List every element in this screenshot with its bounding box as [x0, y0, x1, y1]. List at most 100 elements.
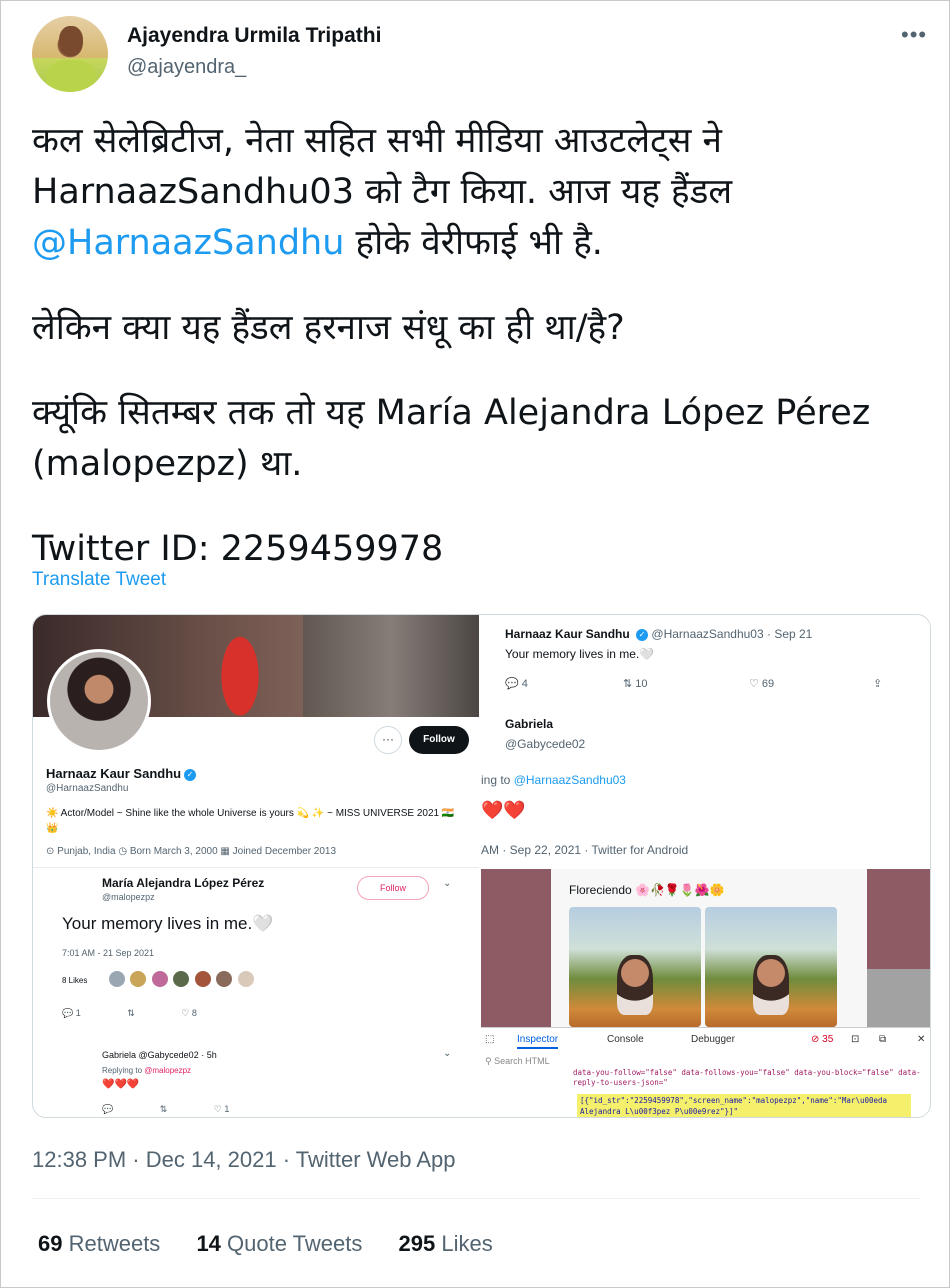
devtools-tab-debugger: Debugger: [691, 1034, 735, 1045]
gallery-person: [753, 955, 789, 1015]
tweet-paragraph-2: लेकिन क्या यह हैंडल हरनाज संधू का ही था/…: [32, 308, 625, 348]
profile-follow-button: Follow: [409, 726, 469, 754]
instagram-screenshot: Floreciendo 🌸🥀🌹🌷🌺🌼: [481, 869, 930, 1027]
tweet-text-line1-end: होके वेरीफाई भी है.: [344, 223, 603, 263]
divider: [32, 1198, 920, 1199]
like-count: ♡ 1: [213, 1104, 230, 1114]
embedded-likes-count: 8 Likes: [62, 976, 88, 985]
right-tweet-name: Harnaaz Kaur Sandhu: [505, 627, 630, 641]
verified-badge-icon: ✓: [636, 628, 649, 641]
liker-avatar: [237, 971, 254, 987]
reply-count: 💬 4: [505, 678, 528, 690]
attached-image[interactable]: ··· Follow Harnaaz Kaur Sandhu ✓ @Harnaaz…: [32, 614, 931, 1118]
reply-to-line: Replying to @malopezpz: [102, 1066, 191, 1075]
liker-avatar: [151, 971, 168, 987]
retweets-count: 69: [38, 1231, 63, 1256]
tweet-body: कल सेलेब्रिटीज, नेता सहित सभी मीडिया आउट…: [32, 116, 912, 609]
share-icon: ⇪: [873, 678, 883, 690]
devtools-pick-icon: ⬚: [485, 1034, 495, 1045]
embedded-tweet-handle: @malopezpz: [102, 892, 155, 902]
quote-tweets-stat[interactable]: 14 Quote Tweets: [196, 1231, 362, 1256]
embedded-follow-button: Follow: [357, 876, 429, 900]
more-horizontal-icon[interactable]: •••: [901, 22, 927, 48]
liker-avatar: [194, 971, 211, 987]
right-tweet-date: AM · Sep 22, 2021 · Twitter for Android: [481, 843, 689, 857]
retweet-icon: ⇅: [127, 1008, 135, 1018]
embedded-tweet-text: Your memory lives in me.🤍: [62, 914, 274, 933]
profile-screenshot: ··· Follow Harnaaz Kaur Sandhu ✓ @Harnaaz…: [33, 615, 479, 1117]
tweet-timestamp[interactable]: 12:38 PM · Dec 14, 2021 · Twitter Web Ap…: [32, 1147, 456, 1173]
like-count: ♡ 69: [749, 678, 775, 690]
right-tweet-text: Your memory lives in me.🤍: [505, 647, 655, 661]
embedded-tweet-time: 7:01 AM - 21 Sep 2021: [62, 948, 155, 958]
author-avatar[interactable]: [32, 16, 108, 92]
profile-handle: @HarnaazSandhu: [46, 783, 129, 794]
chevron-down-icon: ⌄: [443, 878, 452, 889]
likes-count: 295: [398, 1231, 436, 1256]
devtools-dock-icon: ⧉: [879, 1034, 887, 1045]
gallery-photo-1: [569, 907, 701, 1027]
liker-avatars: [109, 971, 259, 989]
profile-meta: ⊙ Punjab, India ◷ Born March 3, 2000 ▦ J…: [46, 846, 337, 857]
like-count: ♡ 8: [181, 1008, 197, 1018]
right-reply-handle: @Gabycede02: [505, 737, 586, 751]
tweet-paragraph-1: कल सेलेब्रिटीज, नेता सहित सभी मीडिया आउट…: [32, 116, 912, 269]
devtools-error-count: ⊘ 35: [811, 1034, 834, 1045]
gallery-side: [867, 969, 930, 1027]
gallery-person: [617, 955, 653, 1015]
retweets-label: Retweets: [62, 1231, 161, 1256]
embedded-tweet: María Alejandra López Pérez @malopezpz F…: [33, 867, 479, 1117]
tweet-text-line1: कल सेलेब्रिटीज, नेता सहित सभी मीडिया आउट…: [32, 121, 733, 212]
verified-badge-icon: ✓: [184, 768, 197, 781]
right-hearts: ❤️❤️: [481, 800, 526, 820]
likes-stat[interactable]: 295 Likes: [399, 1231, 493, 1256]
retweets-stat[interactable]: 69 Retweets: [38, 1231, 160, 1256]
mention-link[interactable]: @HarnaazSandhu: [32, 223, 344, 263]
author-name[interactable]: Ajayendra Urmila Tripathi: [127, 24, 381, 48]
avatar-shirt: [46, 60, 96, 92]
reply-hearts: ❤️❤️❤️: [102, 1079, 140, 1090]
reply-author: Gabriela @Gabycede02 · 5h: [102, 1050, 217, 1060]
embedded-tweet-actions: 💬 1 ⇅ ♡ 8: [62, 1008, 302, 1019]
devtools-highlighted-code: [{"id_str":"2259459978","screen_name":"m…: [577, 1094, 911, 1117]
retweet-icon: ⇅: [159, 1104, 168, 1114]
devtools-search: ⚲ Search HTML: [485, 1056, 550, 1066]
devtools-code: data-you-follow="false" data-follows-you…: [573, 1068, 921, 1087]
gallery-caption: Floreciendo 🌸🥀🌹🌷🌺🌼: [569, 883, 725, 897]
reply-to-handle: @malopezpz: [144, 1066, 192, 1075]
quote-tweets-label: Quote Tweets: [220, 1231, 363, 1256]
translate-tweet-link[interactable]: Translate Tweet: [32, 569, 166, 591]
liker-avatar: [130, 971, 147, 987]
profile-bio: ☀️ Actor/Model ~ Shine like the whole Un…: [46, 808, 455, 834]
liker-avatar: [216, 971, 233, 987]
devtools-tab-console: Console: [607, 1034, 644, 1045]
likes-label: Likes: [435, 1231, 493, 1256]
liker-avatar: [109, 971, 125, 987]
reply-actions: 💬 ⇅ ♡ 1: [102, 1104, 273, 1115]
tweet-paragraph-4: Twitter ID: 2259459978: [32, 529, 444, 569]
gallery-photo-2: [705, 907, 837, 1027]
quote-tweets-count: 14: [196, 1231, 221, 1256]
reply-icon: 💬: [102, 1104, 114, 1114]
reply-count: 💬 1: [62, 1008, 81, 1018]
profile-name-text: Harnaaz Kaur Sandhu: [46, 766, 182, 781]
timeline-screenshot: Harnaaz Kaur Sandhu ✓ @HarnaazSandhu03 ·…: [481, 615, 930, 1117]
right-replying-to: ing to @HarnaazSandhu03: [481, 773, 626, 787]
reply-to-prefix: Replying to: [102, 1066, 145, 1075]
right-replying-mention: @HarnaazSandhu03: [513, 773, 626, 787]
tweet-stats: 69 Retweets 14 Quote Tweets 295 Likes: [38, 1231, 523, 1257]
right-replying-prefix: ing to: [481, 773, 514, 787]
liker-avatar: [173, 971, 190, 987]
embedded-tweet-name: María Alejandra López Pérez: [102, 876, 265, 890]
author-handle[interactable]: @ajayendra_: [127, 56, 246, 79]
banner-background: [303, 615, 479, 717]
right-tweet-header: Harnaaz Kaur Sandhu ✓ @HarnaazSandhu03 ·…: [505, 627, 812, 641]
profile-name: Harnaaz Kaur Sandhu ✓: [46, 766, 197, 781]
devtools-tabs: ⬚ Inspector Console Debugger ⊘ 35 ⊡ ⧉ ✕: [481, 1030, 930, 1052]
chevron-down-icon: ⌄: [443, 1048, 452, 1059]
retweet-count: ⇅ 10: [623, 678, 648, 690]
right-reply-name: Gabriela: [505, 717, 554, 731]
devtools-close-icon: ✕: [917, 1034, 926, 1045]
devtools-responsive-icon: ⊡: [851, 1034, 860, 1045]
profile-picture: [47, 649, 151, 753]
